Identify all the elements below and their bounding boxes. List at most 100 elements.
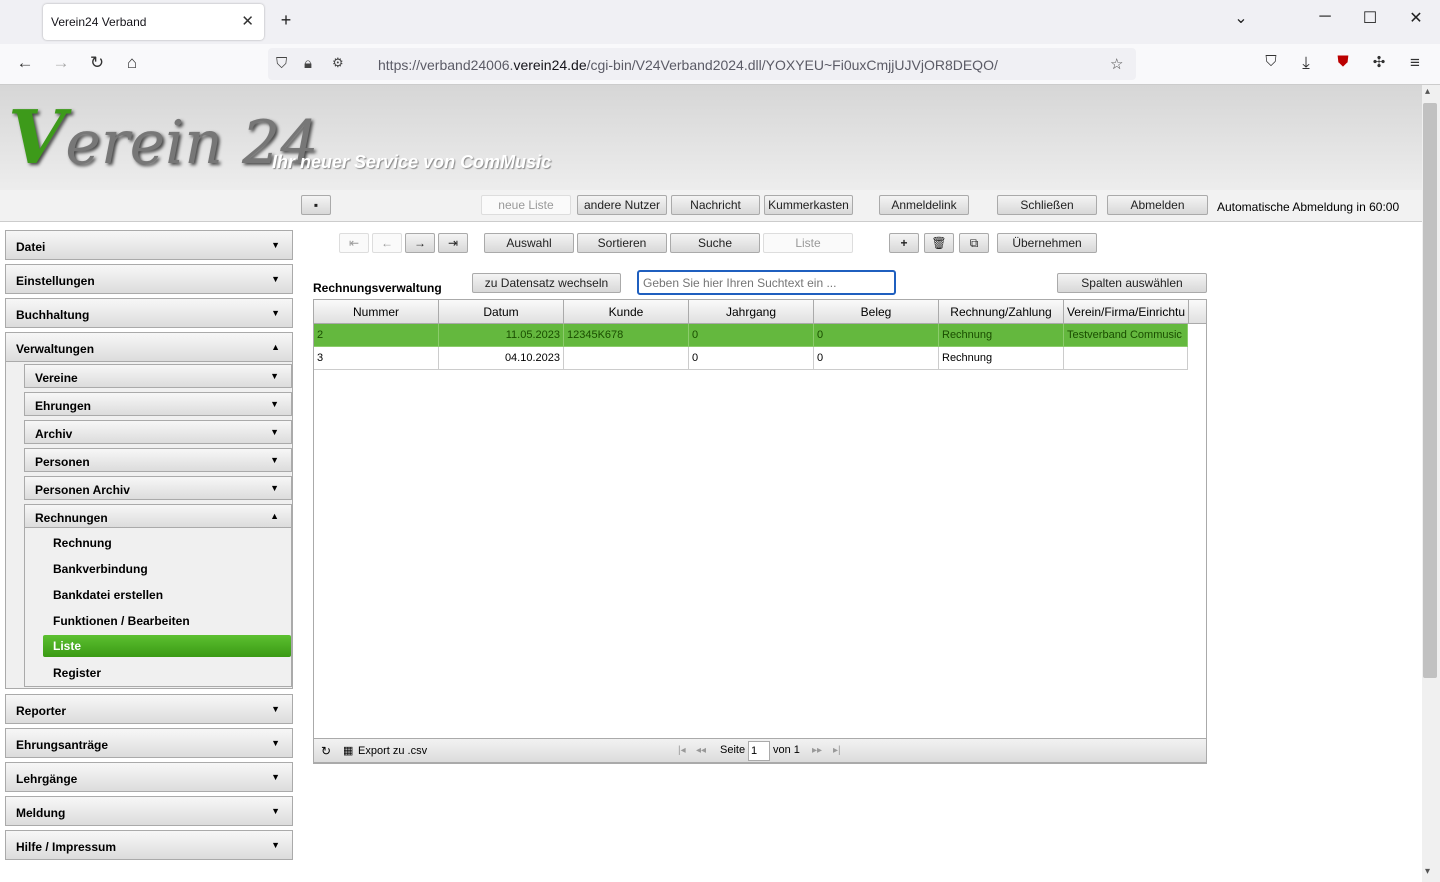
back-icon[interactable]: ← [13, 53, 37, 73]
andere-nutzer-button[interactable]: andere Nutzer [577, 195, 667, 215]
cell-datum: 11.05.2023 [439, 324, 564, 347]
reload-icon[interactable]: ↻ [85, 53, 109, 73]
window-close-icon[interactable]: ✕ [1401, 8, 1431, 28]
zu-datensatz-wechseln-button[interactable]: zu Datensatz wechseln [472, 273, 621, 293]
sidebar-item-rechnung[interactable]: Rechnung [43, 532, 291, 554]
scrollbar-thumb[interactable] [1423, 103, 1437, 678]
spalten-auswaehlen-button[interactable]: Spalten auswählen [1057, 273, 1207, 293]
neue-liste-button[interactable]: neue Liste [481, 195, 571, 215]
chevron-down-icon: ▼ [271, 274, 280, 284]
ublock-icon[interactable]: ⛊ [1331, 53, 1355, 70]
shield-icon[interactable]: ⛉ [276, 55, 287, 72]
copy-icon[interactable]: ⧉ [959, 233, 989, 253]
sidebar-item-liste[interactable]: Liste [43, 635, 291, 657]
sidebar-item-hilfe[interactable]: Hilfe / Impressum ▼ [5, 830, 293, 860]
last-page-icon[interactable]: ▸| [833, 745, 841, 756]
page-total-label: von 1 [773, 744, 800, 756]
nachricht-button[interactable]: Nachricht [671, 195, 760, 215]
first-page-icon[interactable]: |◂ [678, 745, 686, 756]
suche-button[interactable]: Suche [670, 233, 760, 253]
sidebar-item-rechnungen[interactable]: Rechnungen ▲ [24, 504, 292, 528]
grid-footer: ↻ ▦ Export zu .csv |◂ ◂◂ Seite von 1 ▸▸ … [313, 738, 1207, 763]
auswahl-button[interactable]: Auswahl [484, 233, 574, 253]
new-tab-icon[interactable]: + [271, 10, 301, 31]
sortieren-button[interactable]: Sortieren [577, 233, 667, 253]
chevron-down-icon: ▼ [271, 772, 280, 782]
tab-list-chevron-icon[interactable]: ⌄ [1226, 8, 1256, 28]
sidebar-item-bankdatei[interactable]: Bankdatei erstellen [43, 584, 291, 606]
sidebar-item-ehrungen[interactable]: Ehrungen ▼ [24, 392, 292, 416]
search-input[interactable] [637, 270, 896, 295]
sidebar-item-archiv[interactable]: Archiv ▼ [24, 420, 292, 444]
table-row[interactable]: 2 11.05.2023 12345K678 0 0 Rechnung Test… [314, 324, 1188, 347]
sidebar-item-personen[interactable]: Personen ▼ [24, 448, 292, 472]
trash-icon[interactable]: 🗑︎ [924, 233, 954, 253]
sidebar-item-verwaltungen[interactable]: Verwaltungen ▲ [5, 332, 293, 362]
home-icon[interactable]: ⌂ [120, 53, 144, 73]
column-header-jahrgang[interactable]: Jahrgang [689, 300, 814, 324]
next-record-icon[interactable]: → [405, 233, 435, 253]
sidebar-item-register[interactable]: Register [43, 662, 291, 684]
sidebar-item-einstellungen[interactable]: Einstellungen ▼ [5, 264, 293, 294]
sidebar-toggle-button[interactable]: ▪ [301, 195, 331, 215]
cell-rechnung-zahlung: Rechnung [939, 347, 1064, 370]
extensions-icon[interactable]: ✣ [1367, 53, 1391, 71]
forward-icon[interactable]: → [49, 53, 73, 73]
sidebar-item-buchhaltung[interactable]: Buchhaltung ▼ [5, 298, 293, 328]
menu-icon[interactable]: ≡ [1403, 53, 1427, 73]
uebernehmen-button[interactable]: Übernehmen [997, 233, 1097, 253]
column-header-kunde[interactable]: Kunde [564, 300, 689, 324]
prev-record-icon[interactable]: ← [372, 233, 402, 253]
sidebar-item-lehrgaenge[interactable]: Lehrgänge ▼ [5, 762, 293, 792]
next-page-icon[interactable]: ▸▸ [812, 745, 822, 756]
cell-beleg: 0 [814, 347, 939, 370]
sidebar-label: Reporter [16, 704, 67, 718]
slogan: Ihr neuer Service von ComMusic [272, 152, 552, 172]
page-number-input[interactable] [748, 741, 770, 761]
maximize-icon[interactable]: ☐ [1355, 8, 1385, 28]
sidebar-item-funktionen[interactable]: Funktionen / Bearbeiten [43, 610, 291, 632]
column-header-beleg[interactable]: Beleg [814, 300, 939, 324]
first-record-icon[interactable]: ⇤ [339, 233, 369, 253]
liste-button[interactable]: Liste [763, 233, 853, 253]
prev-page-icon[interactable]: ◂◂ [696, 745, 706, 756]
browser-tab-bar: Verein24 Verband ✕ + ⌄ ─ ☐ ✕ [0, 0, 1440, 44]
url-bar[interactable]: ⛉ 🔒︎ ⚙ https://verband24006.verein24.de/… [268, 48, 1136, 80]
sidebar-item-reporter[interactable]: Reporter ▼ [5, 694, 293, 724]
minimize-icon[interactable]: ─ [1310, 8, 1340, 26]
sidebar-item-personen-archiv[interactable]: Personen Archiv ▼ [24, 476, 292, 500]
last-record-icon[interactable]: ⇥ [438, 233, 468, 253]
pocket-icon[interactable]: ⛉ [1259, 53, 1283, 70]
column-header-verein[interactable]: Verein/Firma/Einrichtu [1064, 300, 1189, 324]
sidebar-item-meldung[interactable]: Meldung ▼ [5, 796, 293, 826]
column-header-nummer[interactable]: Nummer [314, 300, 439, 324]
scroll-up-icon[interactable]: ▴ [1425, 86, 1430, 97]
sidebar-item-ehrungsantraege[interactable]: Ehrungsanträge ▼ [5, 728, 293, 758]
permissions-icon[interactable]: ⚙ [332, 55, 344, 71]
close-tab-icon[interactable]: ✕ [241, 12, 254, 30]
sidebar-item-bankverbindung[interactable]: Bankverbindung [43, 558, 291, 580]
sidebar-item-datei[interactable]: Datei ▼ [5, 230, 293, 260]
download-icon[interactable]: ⤓ [1294, 53, 1318, 73]
sidebar-label: Ehrungen [35, 399, 91, 413]
table-row[interactable]: 3 04.10.2023 0 0 Rechnung [314, 347, 1188, 370]
sidebar-item-vereine[interactable]: Vereine ▼ [24, 364, 292, 388]
scroll-down-icon[interactable]: ▾ [1425, 866, 1430, 877]
chevron-down-icon: ▼ [271, 240, 280, 250]
column-header-datum[interactable]: Datum [439, 300, 564, 324]
bookmark-star-icon[interactable]: ☆ [1110, 55, 1123, 73]
cell-jahrgang: 0 [689, 324, 814, 347]
export-csv-link[interactable]: Export zu .csv [358, 745, 427, 757]
refresh-icon[interactable]: ↻ [321, 744, 331, 758]
abmelden-button[interactable]: Abmelden [1107, 195, 1208, 215]
browser-tab[interactable]: Verein24 Verband ✕ [43, 4, 264, 40]
cell-jahrgang: 0 [689, 347, 814, 370]
add-icon[interactable]: + [889, 233, 919, 253]
anmeldelink-button[interactable]: Anmeldelink [879, 195, 969, 215]
sidebar-label: Meldung [16, 806, 66, 820]
column-header-filler [1189, 300, 1207, 324]
lock-icon[interactable]: 🔒︎ [304, 55, 312, 72]
column-header-rechnung-zahlung[interactable]: Rechnung/Zahlung [939, 300, 1064, 324]
schliessen-button[interactable]: Schließen [997, 195, 1097, 215]
kummerkasten-button[interactable]: Kummerkasten [764, 195, 853, 215]
